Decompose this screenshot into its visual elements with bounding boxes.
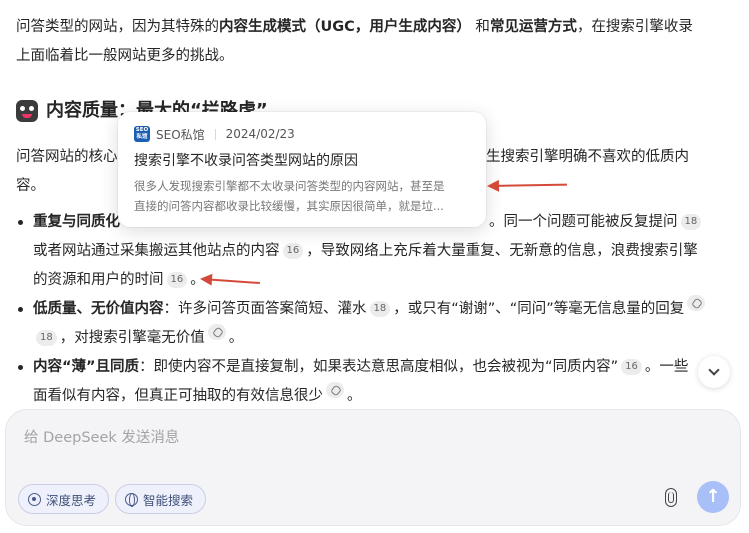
citation-badge[interactable]: 18 (369, 301, 391, 317)
intro-text: ，在搜索引擎收录 (576, 19, 693, 35)
send-button[interactable]: ↑ (697, 481, 729, 513)
deep-think-label: 深度思考 (46, 492, 97, 508)
bullet-text: 。 (228, 330, 244, 346)
citation-popup-card[interactable]: SEO私馆 SEO私馆 2024/02/23 搜索引擎不收录问答类型网站的原因 … (118, 112, 486, 227)
citation-badge[interactable]: 16 (621, 359, 642, 375)
link-icon[interactable] (687, 295, 706, 311)
atom-icon (28, 492, 41, 506)
popup-snippet-line: 直接的问答内容都收录比较缓慢，其实原因很简单，就是垃... (134, 199, 444, 213)
bullet-3-line-1: 内容“薄”且同质：即使内容不是直接复制，如果表达意思高度相似，也会被视为“同质内… (33, 353, 716, 382)
message-input-box[interactable]: 给 DeepSeek 发送消息 深度思考 智能搜索 ↑ (5, 409, 741, 526)
popup-snippet: 很多人发现搜索引擎都不太收录问答类型的内容网站，甚至是 直接的问答内容都收录比较… (134, 176, 470, 216)
popup-title[interactable]: 搜索引擎不收录问答类型网站的原因 (134, 152, 470, 170)
bullet-text: 。 (347, 388, 362, 404)
bullet-text: 。一些 (644, 359, 689, 375)
bullet-text: 面看似有内容，但真正可抽取的有效信息很少 (33, 388, 323, 404)
intro-paragraph: 问答类型的网站，因为其特殊的内容生成模式（UGC，用户生成内容） 和常见运营方式… (16, 13, 693, 71)
bullet-bold: 重复与同质化 (33, 214, 120, 230)
bullet-1-line-3: 的资源和用户的时间 16。 (33, 266, 704, 295)
bullet-text: ，对搜索引擎毫无价值 (59, 330, 205, 346)
citation-badge[interactable]: 18 (680, 214, 702, 230)
bullet-dot (18, 220, 23, 225)
message-input-placeholder[interactable]: 给 DeepSeek 发送消息 (24, 426, 179, 447)
bullet-text: ：许多问答页面答案简短、灌水 (163, 301, 367, 317)
bullet-text: ，或只有“谢谢”、“同问”等毫无信息量的回复 (393, 301, 685, 317)
citation-badge[interactable]: 16 (282, 243, 304, 259)
site-logo-icon: SEO私馆 (134, 126, 150, 142)
list-item: 内容“薄”且同质：即使内容不是直接复制，如果表达意思高度相似，也会被视为“同质内… (16, 353, 716, 411)
arrow-up-icon: ↑ (705, 486, 721, 507)
bullet-bold: 低质量、无价值内容 (33, 301, 164, 317)
intro-bold-ugc: 内容生成模式（UGC，用户生成内容） (219, 19, 471, 35)
deep-think-button[interactable]: 深度思考 (18, 484, 110, 514)
popup-date: 2024/02/23 (225, 127, 295, 141)
paperclip-icon[interactable] (665, 488, 677, 507)
intro-bold-ops: 常见运营方式 (489, 19, 577, 35)
chevron-down-icon (708, 364, 720, 376)
web-search-label: 智能搜索 (143, 492, 194, 508)
intro-text: 问答类型的网站，因为其特殊的 (16, 19, 219, 35)
para-2-left: 问答网站的核心 (16, 149, 118, 165)
list-item: 低质量、无价值内容：许多问答页面答案简短、灌水 18 ，或只有“谢谢”、“同问”等毫… (16, 295, 708, 353)
intro-text: 和 (470, 19, 490, 35)
bullet-text: ，导致网络上充斥着大量重复、无新意的信息，浪费搜索引擎 (306, 243, 698, 259)
para-2-right: 产生搜索引擎明确不喜欢的低质内 (471, 149, 690, 165)
bullet-text: ：即使内容不是直接复制，如果表达意思高度相似，也会被视为“同质内容” (139, 359, 619, 375)
bullet-text: 的资源和用户的时间 (33, 272, 164, 288)
link-icon[interactable] (326, 382, 344, 398)
popup-header: SEO私馆 SEO私馆 2024/02/23 (134, 126, 470, 142)
bullet-text: 或者网站通过采集搬运其他站点的内容 (33, 243, 280, 259)
bullet-dot (18, 365, 23, 370)
popup-snippet-line: 很多人发现搜索引擎都不太收录问答类型的内容网站，甚至是 (134, 179, 445, 193)
bullet-2-line-1: 低质量、无价值内容：许多问答页面答案简短、灌水 18 ，或只有“谢谢”、“同问”等毫… (33, 295, 708, 324)
face-emoji-icon (16, 100, 38, 122)
divider (214, 128, 216, 140)
scroll-down-button[interactable] (698, 356, 730, 388)
citation-badge[interactable]: 18 (36, 330, 57, 346)
bullet-text: 。同一个问题可能被反复提问 (489, 214, 678, 230)
popup-source: SEO私馆 (156, 127, 205, 142)
intro-line-2: 上面临着比一般网站更多的挑战。 (16, 48, 234, 64)
bullet-2-line-2: 18 ，对搜索引擎毫无价值 。 (33, 324, 708, 353)
link-icon[interactable] (207, 324, 226, 340)
bullet-dot (18, 307, 23, 312)
bullet-3-line-2: 面看似有内容，但真正可抽取的有效信息很少 。 (33, 382, 716, 411)
globe-icon (125, 492, 138, 507)
web-search-button[interactable]: 智能搜索 (115, 484, 207, 514)
citation-badge[interactable]: 16 (166, 272, 188, 288)
intro-line-1: 问答类型的网站，因为其特殊的内容生成模式（UGC，用户生成内容） 和常见运营方式… (16, 13, 693, 42)
bullet-bold: 内容“薄”且同质 (33, 359, 140, 375)
bullet-1-line-2: 或者网站通过采集搬运其他站点的内容 16 ，导致网络上充斥着大量重复、无新意的信息，… (16, 237, 704, 266)
